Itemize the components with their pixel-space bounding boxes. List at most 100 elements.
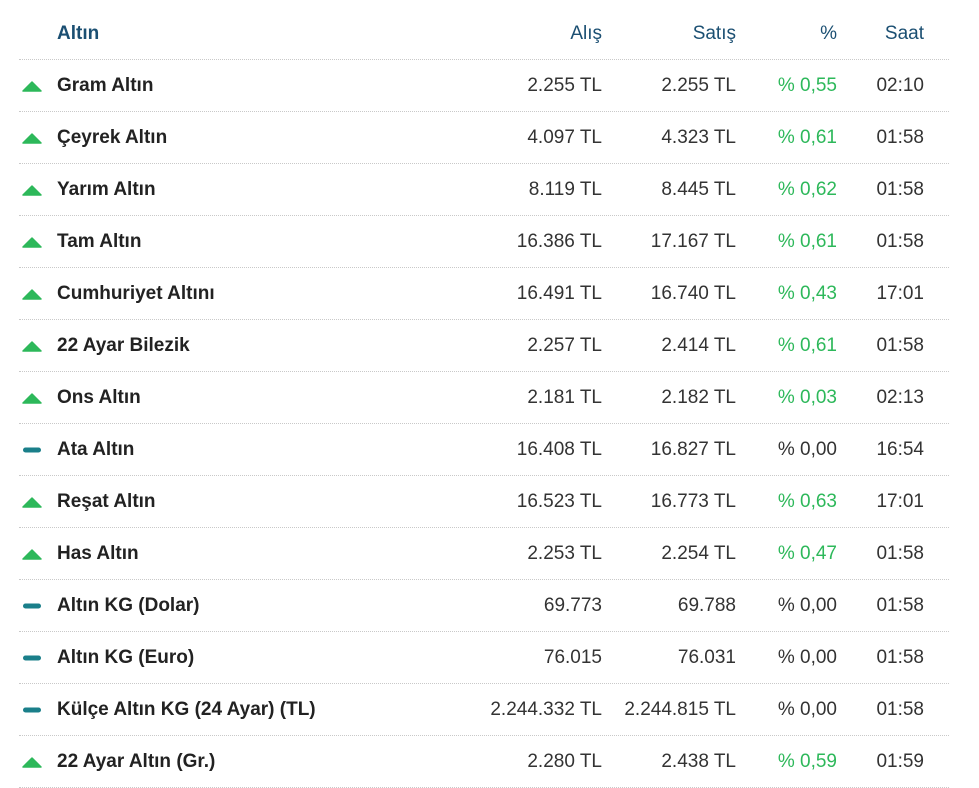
gold-price-table: Altın Alış Satış % Saat Gram Altın 2.255 … — [19, 8, 949, 788]
row-change-percent: % 0,43 — [777, 282, 837, 304]
table-row[interactable]: Ata Altın 16.408 TL 16.827 TL % 0,00 16:54 — [19, 424, 949, 476]
row-change-percent: % 0,00 — [777, 698, 837, 720]
row-time: 01:59 — [876, 750, 924, 772]
up-arrow-icon — [22, 528, 44, 579]
row-sell-price: 2.182 TL — [661, 386, 736, 408]
table-row[interactable]: Reşat Altın 16.523 TL 16.773 TL % 0,63 17:01 — [19, 476, 949, 528]
column-header-time[interactable]: Saat — [885, 8, 924, 59]
up-arrow-icon — [22, 268, 44, 319]
row-change-percent: % 0,63 — [777, 490, 837, 512]
row-name[interactable]: Cumhuriyet Altını — [57, 268, 215, 319]
row-buy-price: 16.523 TL — [516, 490, 602, 512]
row-time: 01:58 — [876, 126, 924, 148]
table-row[interactable]: Tam Altın 16.386 TL 17.167 TL % 0,61 01:58 — [19, 216, 949, 268]
row-change-percent: % 0,47 — [777, 542, 837, 564]
table-row[interactable]: Çeyrek Altın 4.097 TL 4.323 TL % 0,61 01:58 — [19, 112, 949, 164]
row-time: 02:10 — [876, 74, 924, 96]
up-arrow-icon — [22, 60, 44, 111]
row-sell-price: 8.445 TL — [661, 178, 736, 200]
flat-dash-icon — [22, 632, 44, 683]
up-arrow-icon — [22, 476, 44, 527]
row-time: 01:58 — [876, 178, 924, 200]
row-sell-price: 2.414 TL — [661, 334, 736, 356]
column-header-sell[interactable]: Satış — [693, 8, 736, 59]
table-row[interactable]: Külçe Altın KG (24 Ayar) (TL) 2.244.332 T… — [19, 684, 949, 736]
row-change-percent: % 0,59 — [777, 750, 837, 772]
row-name[interactable]: Külçe Altın KG (24 Ayar) (TL) — [57, 684, 316, 735]
up-arrow-icon — [22, 372, 44, 423]
row-sell-price: 2.255 TL — [661, 74, 736, 96]
row-buy-price: 16.491 TL — [516, 282, 602, 304]
row-change-percent: % 0,00 — [777, 438, 837, 460]
row-name[interactable]: Ata Altın — [57, 424, 134, 475]
table-row[interactable]: Yarım Altın 8.119 TL 8.445 TL % 0,62 01:58 — [19, 164, 949, 216]
row-name[interactable]: Altın KG (Dolar) — [57, 580, 200, 631]
table-header: Altın Alış Satış % Saat — [19, 8, 949, 60]
table-row[interactable]: Cumhuriyet Altını 16.491 TL 16.740 TL % 0,4… — [19, 268, 949, 320]
row-sell-price: 2.254 TL — [661, 542, 736, 564]
table-row[interactable]: 22 Ayar Bilezik 2.257 TL 2.414 TL % 0,61 01:… — [19, 320, 949, 372]
column-header-name[interactable]: Altın — [57, 8, 99, 59]
row-name[interactable]: Yarım Altın — [57, 164, 156, 215]
row-change-percent: % 0,61 — [777, 334, 837, 356]
row-time: 01:58 — [876, 230, 924, 252]
row-buy-price: 2.280 TL — [527, 750, 602, 772]
row-change-percent: % 0,61 — [777, 230, 837, 252]
up-arrow-icon — [22, 736, 44, 787]
row-time: 01:58 — [876, 646, 924, 668]
flat-dash-icon — [22, 580, 44, 631]
table-row[interactable]: Altın KG (Euro) 76.015 76.031 % 0,00 01:58 — [19, 632, 949, 684]
flat-dash-icon — [22, 684, 44, 735]
row-buy-price: 2.181 TL — [527, 386, 602, 408]
row-name[interactable]: Çeyrek Altın — [57, 112, 167, 163]
table-row[interactable]: Ons Altın 2.181 TL 2.182 TL % 0,03 02:13 — [19, 372, 949, 424]
row-change-percent: % 0,61 — [777, 126, 837, 148]
row-time: 16:54 — [876, 438, 924, 460]
row-sell-price: 17.167 TL — [650, 230, 736, 252]
row-change-percent: % 0,55 — [777, 74, 837, 96]
row-sell-price: 69.788 — [677, 594, 736, 616]
row-buy-price: 4.097 TL — [527, 126, 602, 148]
row-sell-price: 4.323 TL — [661, 126, 736, 148]
row-time: 01:58 — [876, 698, 924, 720]
row-name[interactable]: Altın KG (Euro) — [57, 632, 194, 683]
row-name[interactable]: 22 Ayar Bilezik — [57, 320, 190, 371]
up-arrow-icon — [22, 164, 44, 215]
row-time: 01:58 — [876, 542, 924, 564]
row-name[interactable]: Reşat Altın — [57, 476, 156, 527]
row-time: 01:58 — [876, 594, 924, 616]
row-buy-price: 2.255 TL — [527, 74, 602, 96]
row-change-percent: % 0,62 — [777, 178, 837, 200]
row-name[interactable]: Gram Altın — [57, 60, 153, 111]
row-time: 17:01 — [876, 490, 924, 512]
row-sell-price: 16.740 TL — [650, 282, 736, 304]
row-buy-price: 76.015 — [543, 646, 602, 668]
row-buy-price: 2.257 TL — [527, 334, 602, 356]
row-name[interactable]: 22 Ayar Altın (Gr.) — [57, 736, 215, 787]
table-row[interactable]: Has Altın 2.253 TL 2.254 TL % 0,47 01:58 — [19, 528, 949, 580]
up-arrow-icon — [22, 216, 44, 267]
row-buy-price: 2.253 TL — [527, 542, 602, 564]
row-name[interactable]: Tam Altın — [57, 216, 141, 267]
row-name[interactable]: Ons Altın — [57, 372, 141, 423]
row-time: 01:58 — [876, 334, 924, 356]
table-row[interactable]: Altın KG (Dolar) 69.773 69.788 % 0,00 01:58 — [19, 580, 949, 632]
column-header-percent[interactable]: % — [820, 8, 837, 59]
row-sell-price: 76.031 — [677, 646, 736, 668]
row-sell-price: 2.438 TL — [661, 750, 736, 772]
flat-dash-icon — [22, 424, 44, 475]
row-name[interactable]: Has Altın — [57, 528, 139, 579]
row-time: 17:01 — [876, 282, 924, 304]
table-row[interactable]: 22 Ayar Altın (Gr.) 2.280 TL 2.438 TL % 0,5… — [19, 736, 949, 788]
row-buy-price: 16.386 TL — [516, 230, 602, 252]
row-buy-price: 16.408 TL — [516, 438, 602, 460]
row-time: 02:13 — [876, 386, 924, 408]
column-header-buy[interactable]: Alış — [570, 8, 602, 59]
up-arrow-icon — [22, 320, 44, 371]
row-buy-price: 2.244.332 TL — [490, 698, 602, 720]
row-change-percent: % 0,00 — [777, 646, 837, 668]
row-change-percent: % 0,00 — [777, 594, 837, 616]
up-arrow-icon — [22, 112, 44, 163]
table-row[interactable]: Gram Altın 2.255 TL 2.255 TL % 0,55 02:10 — [19, 60, 949, 112]
row-change-percent: % 0,03 — [777, 386, 837, 408]
